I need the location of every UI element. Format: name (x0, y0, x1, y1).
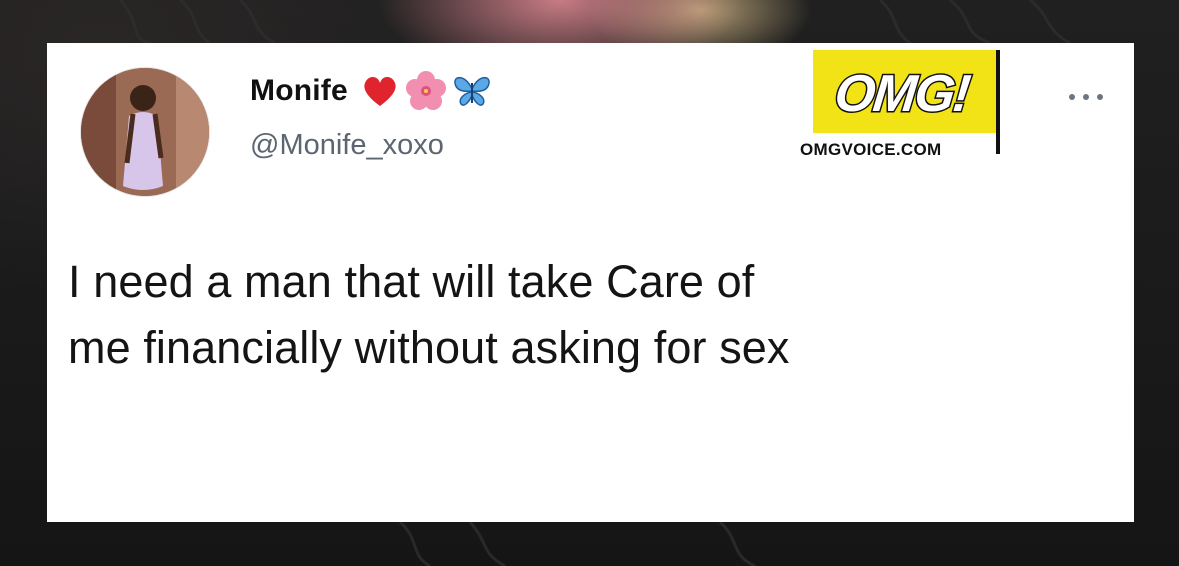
watermark-logo: OMG! OMGVOICE.COM (800, 50, 1003, 159)
omg-logo-edge (996, 50, 1000, 154)
hibiscus-icon (405, 71, 446, 111)
omg-logo-text: OMG! (830, 64, 973, 125)
tweet-text-line: I need a man that will take Care of (68, 256, 755, 307)
tweet-text: I need a man that will take Care of me f… (68, 249, 1118, 381)
butterfly-icon (452, 71, 492, 111)
more-options-icon[interactable] (1066, 81, 1106, 109)
tweet-card: Monife @Monife_xoxo OMG! OMGVOICE.COM I … (47, 43, 1134, 522)
name-row: Monife (250, 71, 492, 111)
user-handle[interactable]: @Monife_xoxo (250, 129, 444, 162)
watermark-site: OMGVOICE.COM (800, 140, 942, 159)
display-name[interactable]: Monife (250, 74, 348, 108)
avatar-photo (81, 68, 209, 196)
avatar[interactable] (80, 67, 210, 197)
ellipsis-icon (1069, 94, 1103, 100)
omg-logo-box: OMG! (813, 50, 1000, 133)
red-heart-icon (360, 71, 400, 111)
tweet-text-line: me financially without asking for sex (68, 322, 790, 373)
